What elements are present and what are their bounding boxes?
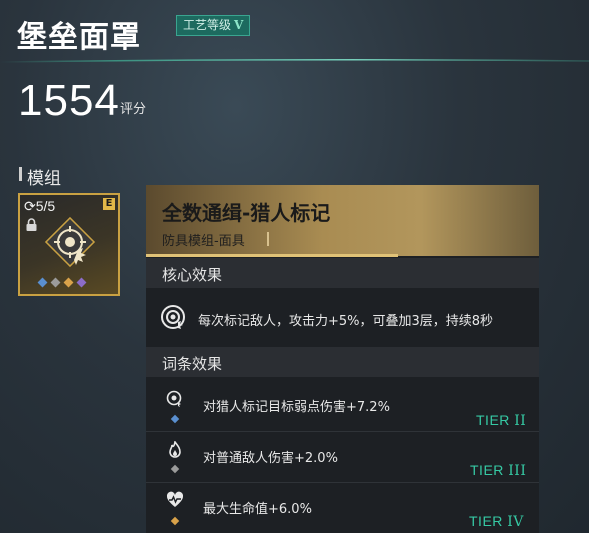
tier-label: TIER <box>476 412 510 428</box>
tier-label: TIER <box>469 513 503 529</box>
hunter-mark-icon <box>161 305 185 329</box>
affix-dot <box>170 516 180 526</box>
affix-text: 对猎人标记目标弱点伤害+7.2% <box>203 400 390 415</box>
tier-numeral: II <box>514 413 527 429</box>
score-value: 1554 <box>18 76 120 125</box>
affix-text: 对普通敌人伤害+2.0% <box>203 451 338 466</box>
gem-dot <box>37 277 48 288</box>
module-slot-card[interactable]: ⟳5/5 E <box>18 193 120 296</box>
core-effect-text: 每次标记敌人，攻击力+5%，可叠加3层，持续8秒 <box>198 314 494 329</box>
module-section-label: 模组 <box>27 169 61 189</box>
gem-row <box>37 277 87 288</box>
item-title: 堡垒面罩 <box>17 20 141 55</box>
refresh-icon: ⟳ <box>24 198 36 214</box>
affix-tier: TIER IV <box>469 513 524 530</box>
score-unit: 评分 <box>120 102 147 117</box>
heart-pulse-icon <box>166 491 184 507</box>
affix-text: 最大生命值+6.0% <box>203 502 312 517</box>
affix-section-label: 词条效果 <box>162 355 223 373</box>
tier-numeral: III <box>508 463 527 479</box>
tooltip-subtitle: 防具模组-面具 <box>162 234 245 249</box>
gem-dot <box>76 277 87 288</box>
affix-divider <box>146 482 539 483</box>
affix-tier: TIER II <box>476 412 526 429</box>
craft-level-value: V <box>234 18 244 32</box>
craft-level-label: 工艺等级 <box>183 18 232 32</box>
core-section-label: 核心效果 <box>162 266 223 284</box>
craft-level-badge: 工艺等级 V <box>176 15 251 36</box>
tier-numeral: IV <box>507 514 524 530</box>
header-divider-streak <box>0 58 589 63</box>
module-emblem-icon <box>44 216 96 268</box>
gem-dot <box>50 277 61 288</box>
gem-dot <box>63 277 74 288</box>
affix-divider <box>146 431 539 432</box>
grade-badge: E <box>103 198 115 210</box>
affix-dot <box>170 414 180 424</box>
affix-dot <box>170 464 180 474</box>
section-marker <box>19 167 22 181</box>
header-accent-line <box>146 254 398 257</box>
crosshair-mark-icon <box>166 390 182 407</box>
subtitle-divider <box>267 232 269 246</box>
module-tooltip-panel: 全数通缉-猎人标记 防具模组-面具 核心效果 每次标记敌人，攻击力+5%，可叠加… <box>146 185 539 533</box>
affix-tier: TIER III <box>470 462 526 479</box>
flame-icon <box>169 441 181 458</box>
tier-label: TIER <box>470 462 504 478</box>
tooltip-title: 全数通缉-猎人标记 <box>162 201 331 225</box>
lock-icon <box>25 218 38 235</box>
